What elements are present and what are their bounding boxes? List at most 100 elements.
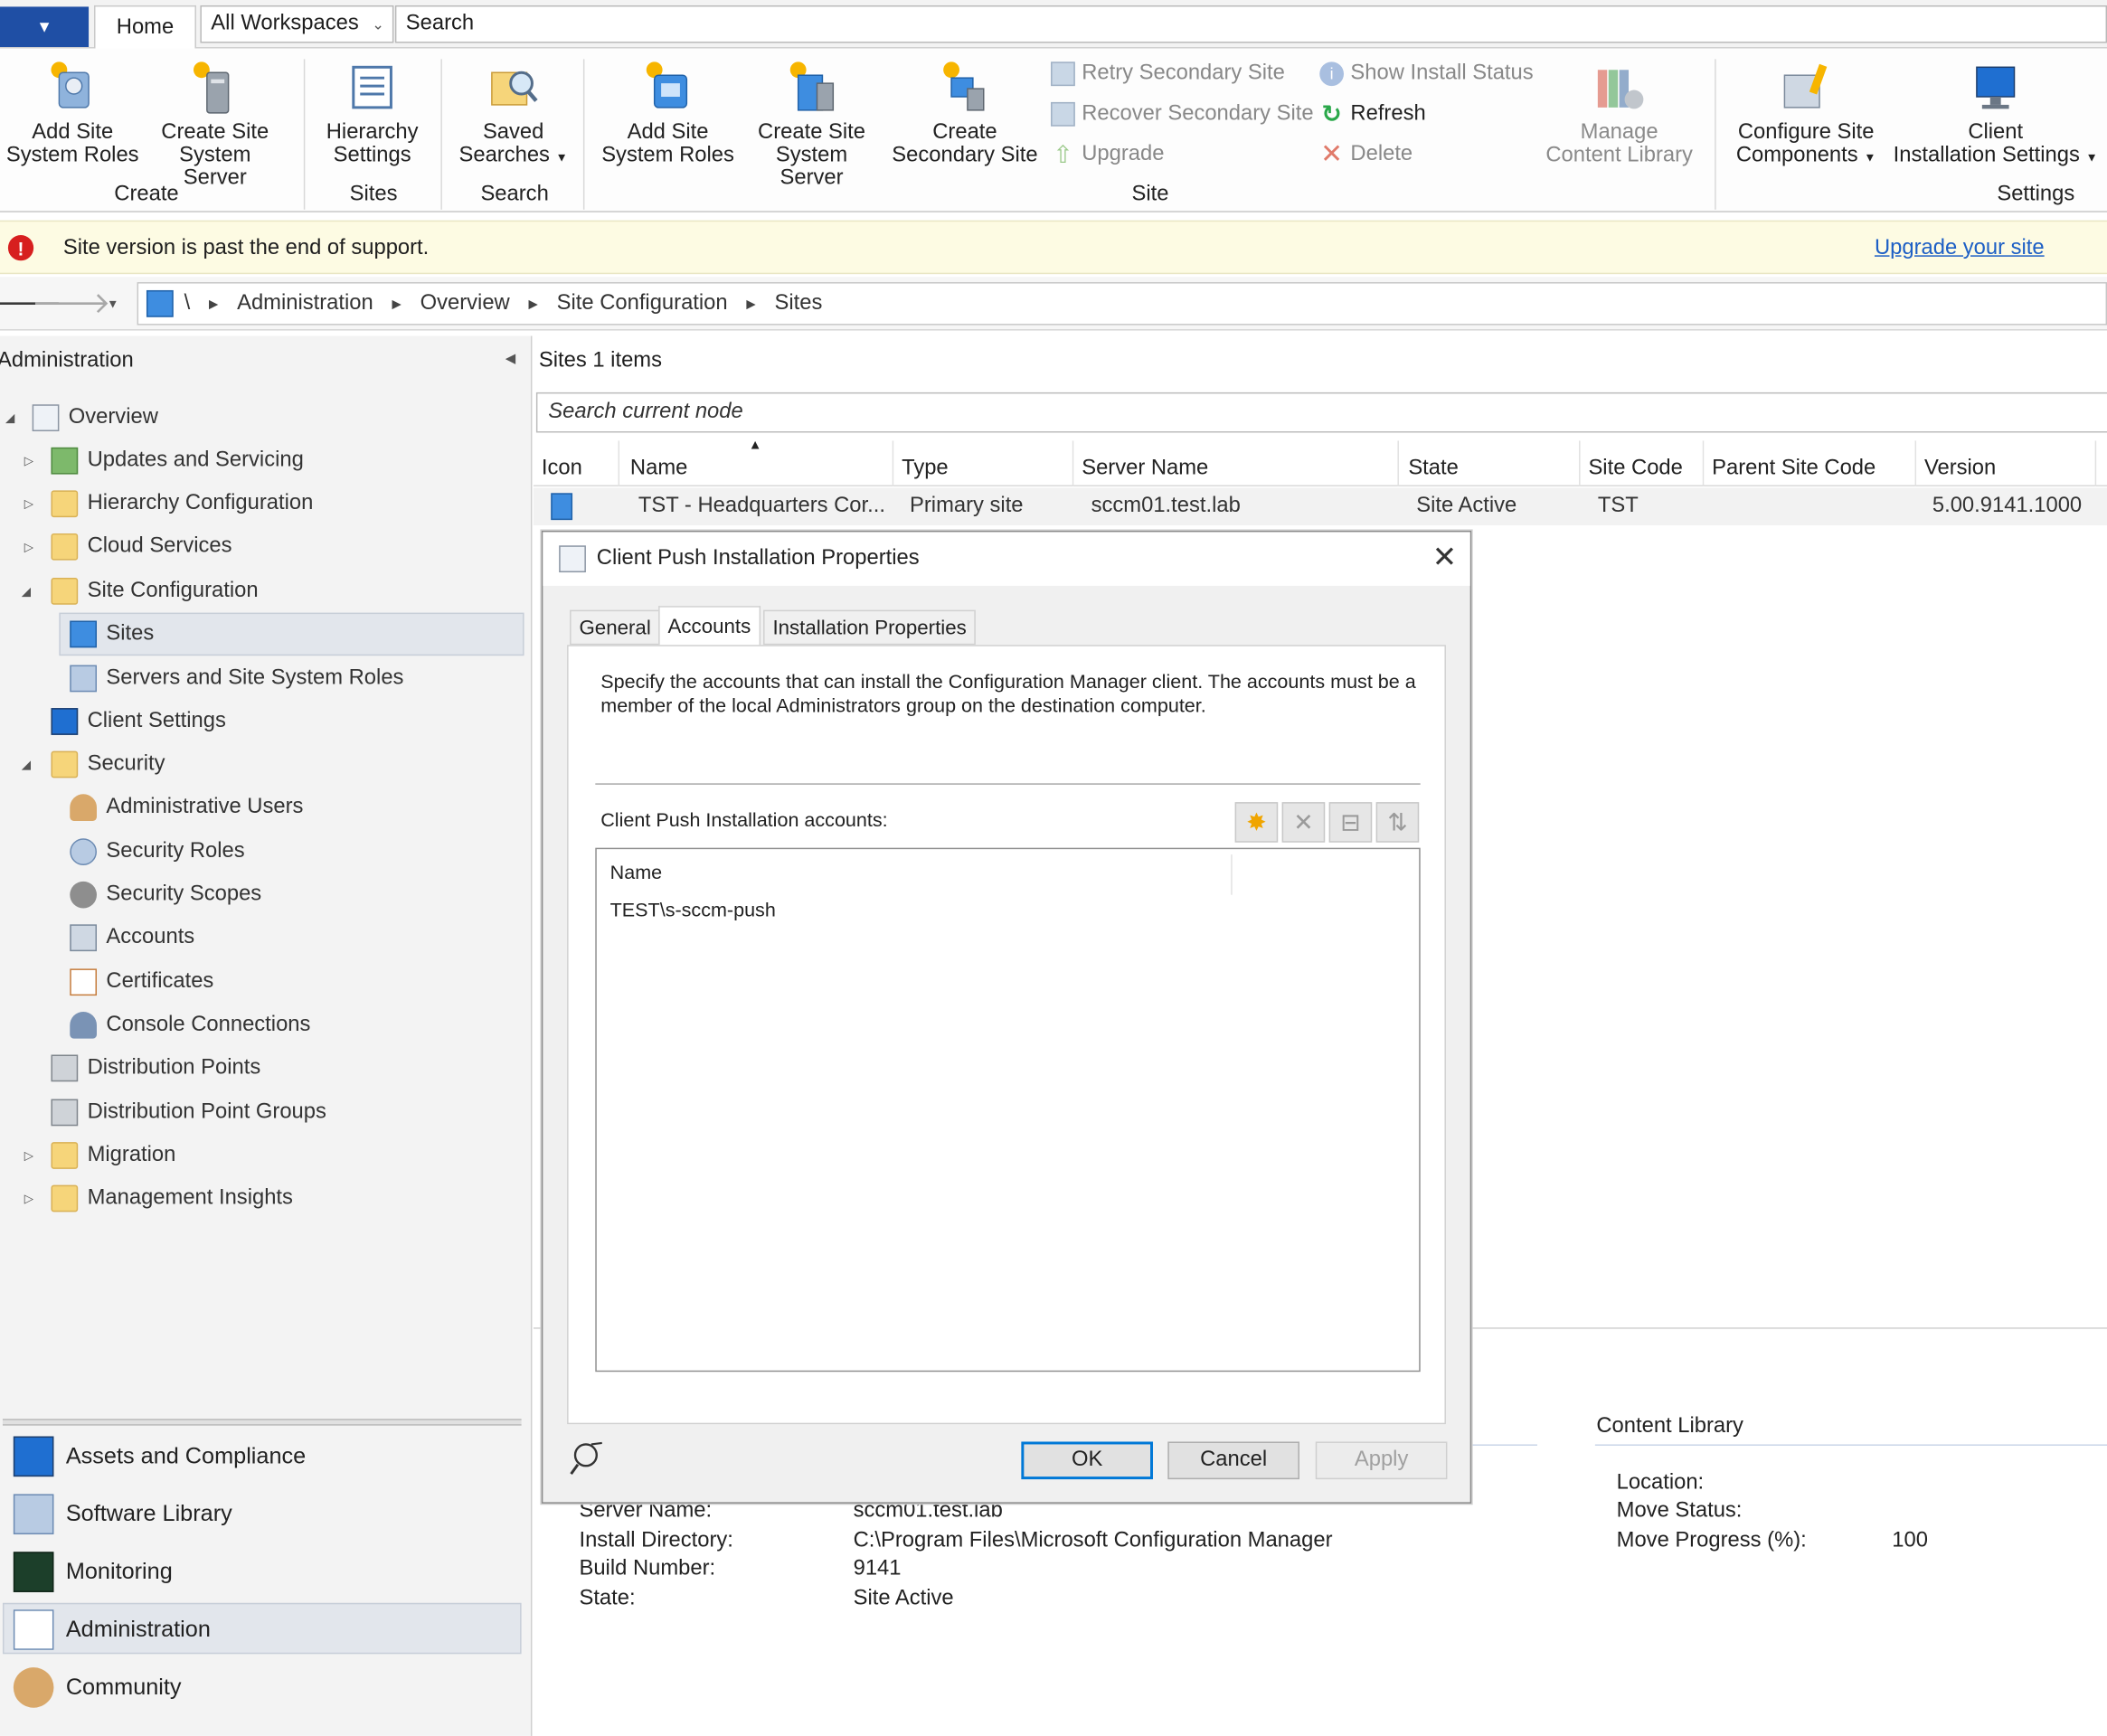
site-add-site-system-roles-button[interactable]: Add Site System Roles <box>600 59 737 166</box>
workspace-software-library[interactable]: Software Library <box>13 1490 232 1538</box>
nav-item-client-settings[interactable]: Client Settings <box>51 702 226 742</box>
properties-icon[interactable]: ⊟ <box>1328 802 1373 843</box>
ribbon-group-settings: Settings <box>1997 183 2075 206</box>
workspace-assets-and-compliance[interactable]: Assets and Compliance <box>13 1432 306 1480</box>
apply-button[interactable]: Apply <box>1315 1441 1448 1480</box>
client-installation-settings-button[interactable]: Client Installation Settings ▼ <box>1889 59 2102 169</box>
nav-item-console-connections[interactable]: Console Connections <box>70 1005 310 1046</box>
collapse-arrow-icon[interactable]: ◢ <box>22 584 31 599</box>
show-install-status-button[interactable]: i Show Install Status <box>1319 61 1534 87</box>
tab-home[interactable]: Home <box>94 5 196 50</box>
ribbon-group-sites: Sites <box>349 183 398 206</box>
nav-item-servers-and-site-system-roles[interactable]: Servers and Site System Roles <box>70 658 403 699</box>
collapse-arrow-icon[interactable]: ◢ <box>5 410 14 425</box>
tab-installation-properties[interactable]: Installation Properties <box>763 609 977 646</box>
close-icon[interactable]: ✕ <box>1427 540 1462 575</box>
navigation-title: Administration <box>0 349 134 373</box>
folder-icon <box>51 750 79 778</box>
nav-item-accounts[interactable]: Accounts <box>70 918 194 958</box>
column-header-type[interactable]: Type <box>893 440 1074 486</box>
tab-accounts[interactable]: Accounts <box>658 606 761 646</box>
content-header: Sites 1 items <box>538 349 662 373</box>
collapse-pane-icon[interactable]: ◀ <box>505 352 515 366</box>
nav-item-management-insights[interactable]: ▷ Management Insights <box>24 1178 293 1219</box>
delete-account-x-icon[interactable]: ✕ <box>1281 802 1326 843</box>
create-site-system-server-button[interactable]: Create Site System Server <box>145 59 285 190</box>
lock-icon <box>70 881 97 909</box>
expand-arrow-icon[interactable]: ▷ <box>24 1191 33 1205</box>
add-roles-icon <box>51 61 90 108</box>
saved-searches-button[interactable]: Saved Searches ▼ <box>454 59 572 169</box>
collapse-arrow-icon[interactable]: ◢ <box>22 757 31 771</box>
forward-arrow-icon[interactable]: 🡒 <box>32 287 111 320</box>
help-icon[interactable] <box>567 1440 608 1478</box>
column-header-state[interactable]: State <box>1400 440 1581 486</box>
cell-state: Site Active <box>1416 494 1517 518</box>
recover-secondary-site-button[interactable]: Recover Secondary Site <box>1051 101 1314 127</box>
site-create-site-system-server-button[interactable]: Create Site System Server <box>742 59 882 190</box>
column-header-parent-site-code[interactable]: Parent Site Code <box>1704 440 1917 486</box>
ok-button[interactable]: OK <box>1021 1441 1153 1480</box>
breadcrumb-item[interactable]: Sites <box>775 291 823 316</box>
search-input[interactable]: Search current node <box>535 392 2107 433</box>
nav-item-cloud-services[interactable]: ▷ Cloud Services <box>24 527 231 568</box>
nav-item-security[interactable]: ◢ Security <box>22 744 165 785</box>
nav-item-site-configuration[interactable]: ◢ Site Configuration <box>22 571 259 612</box>
workspace-monitoring[interactable]: Monitoring <box>13 1548 173 1596</box>
column-header-version[interactable]: Version <box>1916 440 2097 486</box>
nav-item-administrative-users[interactable]: Administrative Users <box>70 788 303 828</box>
nav-item-certificates[interactable]: Certificates <box>70 962 213 1003</box>
breadcrumb-root[interactable]: \ <box>184 291 191 316</box>
breadcrumb-item[interactable]: Administration <box>237 291 373 316</box>
upgrade-button[interactable]: ⇧ Upgrade <box>1051 143 1164 167</box>
list-item[interactable]: TEST\s-sccm-push <box>610 901 776 922</box>
folder-icon <box>51 577 79 605</box>
upgrade-your-site-link[interactable]: Upgrade your site <box>1875 237 2045 261</box>
reorder-icon[interactable]: ⇅ <box>1375 802 1420 843</box>
delete-button[interactable]: ✕ Delete <box>1319 141 1413 168</box>
expand-arrow-icon[interactable]: ▷ <box>24 496 33 511</box>
nav-item-overview[interactable]: ◢ Overview <box>5 398 158 439</box>
new-account-star-icon[interactable]: ✸ <box>1234 802 1279 843</box>
retry-secondary-site-button[interactable]: Retry Secondary Site <box>1051 61 1285 87</box>
workspaces-dropdown[interactable]: All Workspaces ⌄ <box>200 5 394 43</box>
create-server-icon <box>193 61 230 114</box>
workspace-community[interactable]: Community <box>13 1664 182 1712</box>
add-site-system-roles-button[interactable]: Add Site System Roles <box>5 59 140 166</box>
breadcrumb-item[interactable]: Site Configuration <box>557 291 728 316</box>
workspace-splitter[interactable] <box>2 1419 522 1426</box>
expand-arrow-icon[interactable]: ▷ <box>24 454 33 468</box>
nav-item-sites[interactable]: Sites <box>70 614 154 655</box>
configure-site-components-button[interactable]: Configure Site Components ▼ <box>1731 59 1881 169</box>
nav-item-migration[interactable]: ▷ Migration <box>24 1136 175 1176</box>
ribbon-search-box[interactable]: Search <box>394 5 2107 43</box>
nav-item-security-scopes[interactable]: Security Scopes <box>70 874 261 915</box>
expand-arrow-icon[interactable]: ▷ <box>24 1148 33 1163</box>
workspace-administration[interactable]: Administration <box>13 1606 211 1654</box>
client-push-properties-dialog: Client Push Installation Properties ✕ Ge… <box>541 530 1472 1504</box>
nav-item-hierarchy-configuration[interactable]: ▷ Hierarchy Configuration <box>24 484 313 524</box>
column-header-name[interactable]: Name ▲ <box>622 438 894 486</box>
nav-item-updates-and-servicing[interactable]: ▷ Updates and Servicing <box>24 440 304 481</box>
nav-item-security-roles[interactable]: Security Roles <box>70 832 245 873</box>
breadcrumb-item[interactable]: Overview <box>420 291 510 316</box>
nav-item-distribution-points[interactable]: Distribution Points <box>51 1048 260 1089</box>
list-column-header-name[interactable]: Name <box>610 863 662 884</box>
refresh-button[interactable]: ↻ Refresh <box>1319 102 1425 127</box>
accounts-list[interactable]: Name TEST\s-sccm-push <box>595 847 1421 1373</box>
manage-content-library-button[interactable]: Manage Content Library <box>1540 59 1698 166</box>
column-header-server-name[interactable]: Server Name <box>1073 440 1399 486</box>
file-menu-button[interactable]: ▼ <box>0 6 90 48</box>
history-dropdown-icon[interactable]: ▼ <box>102 290 124 317</box>
hierarchy-settings-button[interactable]: Hierarchy Settings <box>317 59 428 166</box>
cancel-button[interactable]: Cancel <box>1167 1441 1299 1480</box>
tab-general[interactable]: General <box>570 609 661 646</box>
column-header-site-code[interactable]: Site Code <box>1581 440 1705 486</box>
sites-node-icon <box>146 289 174 317</box>
column-header-icon[interactable]: Icon <box>534 440 620 486</box>
table-row[interactable]: TST - Headquarters Cor... Primary site s… <box>533 487 2107 526</box>
expand-arrow-icon[interactable]: ▷ <box>24 540 33 554</box>
divider <box>595 783 1421 785</box>
create-secondary-site-button[interactable]: Create Secondary Site <box>890 59 1040 166</box>
nav-item-distribution-point-groups[interactable]: Distribution Point Groups <box>51 1092 326 1133</box>
